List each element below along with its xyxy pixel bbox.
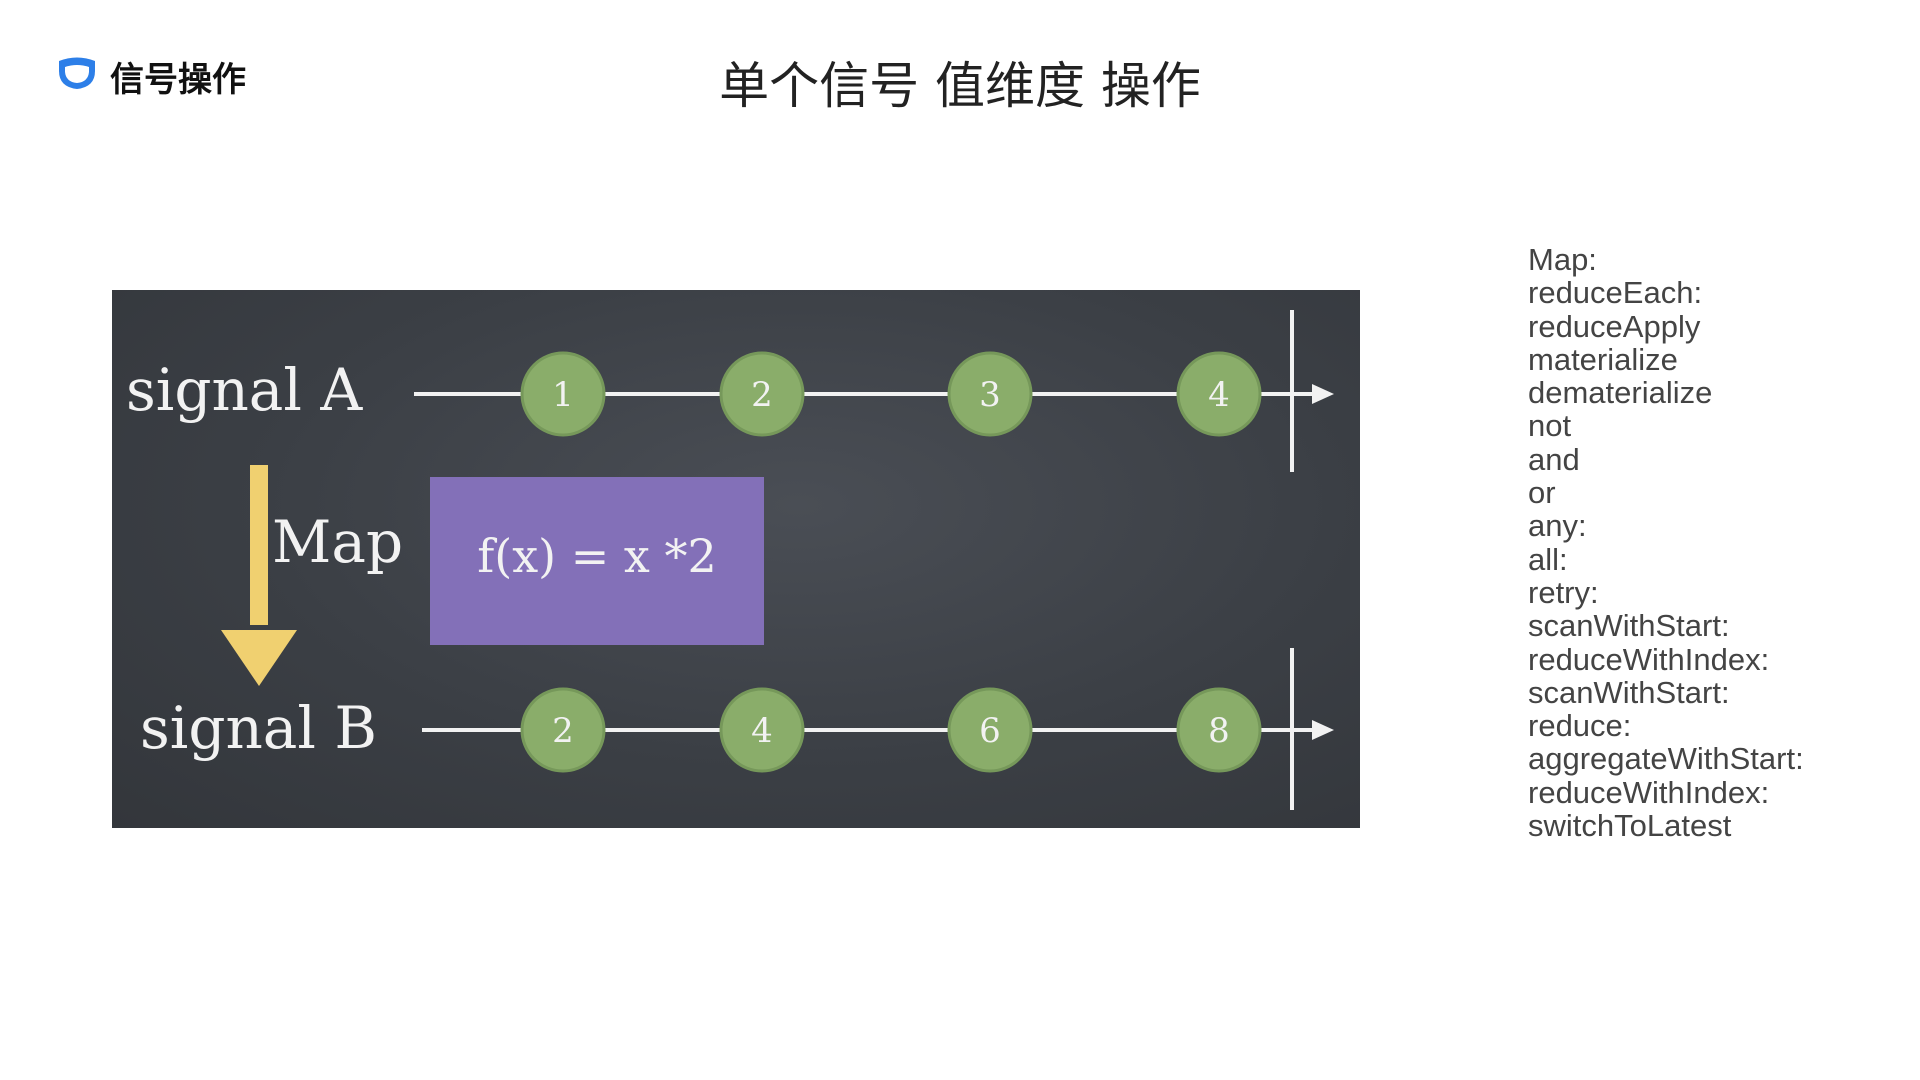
page-title: 单个信号 值维度 操作 [719,57,1201,115]
function-label: f(x) = x *2 [477,529,716,583]
operator-item: scanWithStart: [1528,674,1730,710]
operator-item: materialize [1528,341,1678,377]
signal-b-marble-4: 8 [1176,687,1262,773]
operator-item: reduce: [1528,708,1632,744]
marble-diagram-board: signal A 1 2 3 4 Map f(x) = x *2 signal … [112,290,1360,828]
operator-item: switchToLatest [1528,808,1732,844]
map-arrow-shaft [250,465,268,625]
signal-a-marble-1: 1 [520,351,606,437]
operator-item: reduceApply [1528,308,1701,344]
operator-item: aggregateWithStart: [1528,741,1804,777]
operator-item: dematerialize [1528,375,1713,411]
signal-a-marble-4: 4 [1176,351,1262,437]
marble-label: 3 [979,375,1001,415]
signal-b-arrowhead-icon [1312,720,1334,740]
operator-item: any: [1528,508,1587,544]
signal-b-label: signal B [140,694,377,762]
marble-label: 6 [979,711,1001,751]
operator-label: Map [272,508,403,576]
marble-label: 4 [751,711,773,751]
operator-item: not [1528,408,1572,444]
operator-item: reduceEach: [1528,275,1703,311]
marble-label: 2 [751,375,773,415]
marble-diagram: signal A 1 2 3 4 Map f(x) = x *2 signal … [126,310,1334,810]
operator-item: and [1528,441,1580,477]
operator-item: reduceWithIndex: [1528,641,1770,677]
signal-b-marble-1: 2 [520,687,606,773]
signal-a-marble-3: 3 [947,351,1033,437]
operator-item: reduceWithIndex: [1528,774,1770,810]
signal-b-marble-2: 4 [719,687,805,773]
marble-label: 1 [552,375,574,415]
operator-list: Map: reduceEach: reduceApply materialize… [1528,242,1804,844]
signal-a-marble-2: 2 [719,351,805,437]
signal-a-arrowhead-icon [1312,384,1334,404]
signal-a-label: signal A [126,356,363,424]
marble-label: 2 [552,711,574,751]
operator-item: all: [1528,541,1568,577]
marble-label: 4 [1208,375,1230,415]
map-arrow-down-icon [221,630,297,686]
operator-item: retry: [1528,574,1599,610]
operator-item: scanWithStart: [1528,608,1730,644]
operator-item: Map: [1528,242,1597,277]
operator-item: or [1528,475,1556,511]
signal-b-marble-3: 6 [947,687,1033,773]
marble-label: 8 [1208,711,1230,751]
